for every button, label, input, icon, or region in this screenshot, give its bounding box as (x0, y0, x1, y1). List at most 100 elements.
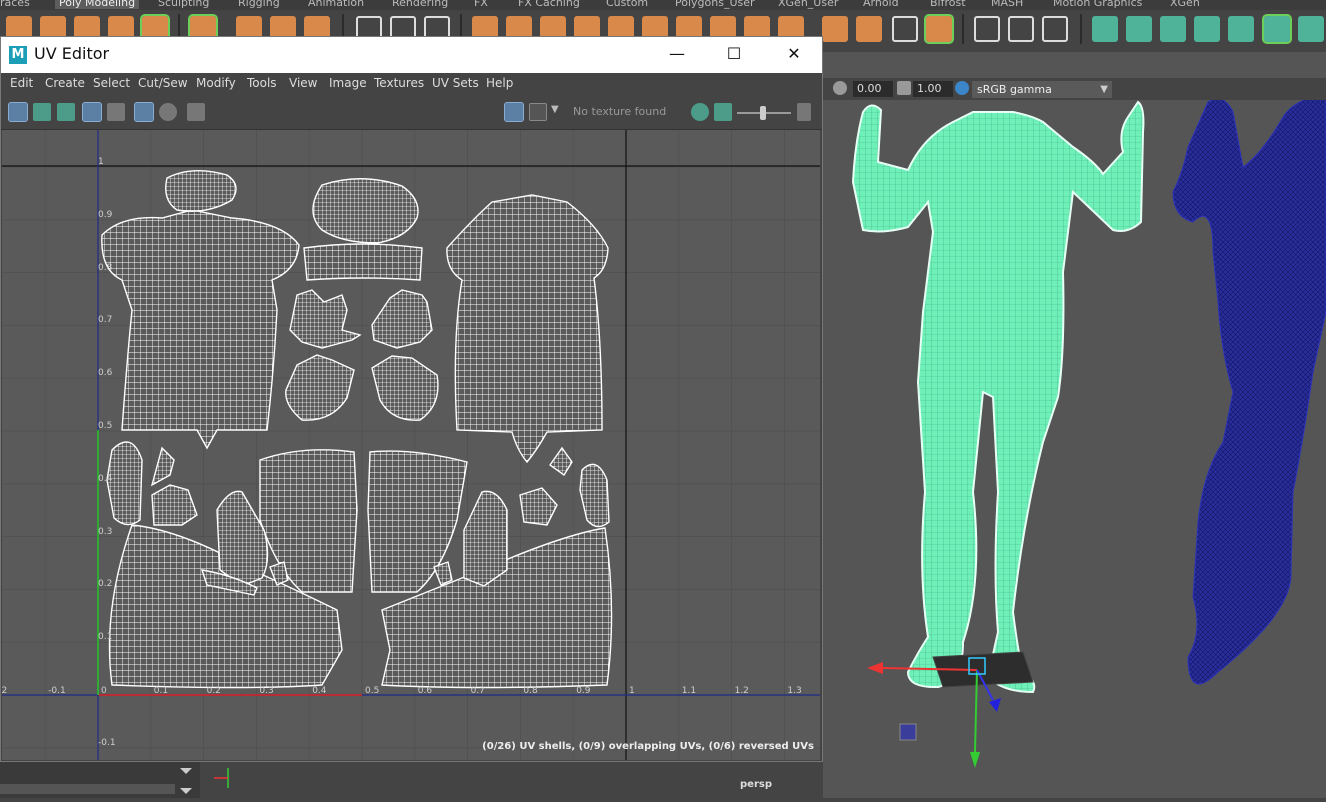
minimize-button[interactable]: — (654, 37, 700, 73)
color-management-icon[interactable] (955, 81, 969, 95)
u-tick-label: -.2 (2, 686, 8, 696)
shelf-tab-bar: races Poly Modeling Sculpting Rigging Animat… (0, 0, 1326, 10)
menu-cut-sew[interactable]: Cut/Sew (138, 76, 188, 90)
planar-uv-icon[interactable] (1092, 16, 1118, 42)
menu-image[interactable]: Image (329, 76, 367, 90)
menu-edit[interactable]: Edit (10, 76, 33, 90)
shelf-tab-rigging[interactable]: Rigging (238, 0, 280, 9)
color-space-dropdown[interactable]: sRGB gamma ▼ (972, 81, 1112, 98)
shelf-tab-xgen[interactable]: XGen (1170, 0, 1200, 9)
u-tick-label: 0 (101, 686, 107, 696)
shelf-tab-sculpting[interactable]: Sculpting (158, 0, 209, 9)
collapse-icon[interactable] (822, 16, 848, 42)
uv-canvas[interactable]: -.2 -0.1 0 0.1 0.2 0.3 0.4 0.5 0.6 0.7 0.8 0.9 1 1.1 1… (2, 130, 820, 760)
shelf-tab-motion-graphics[interactable]: Motion Graphics (1053, 0, 1142, 9)
u-tick-label: 0.6 (417, 686, 433, 696)
channel-box-strip (0, 760, 200, 798)
quad-draw-icon[interactable] (1042, 16, 1068, 42)
menu-textures[interactable]: Textures (374, 76, 424, 90)
gamma-icon[interactable] (897, 81, 911, 95)
shelf-separator (962, 14, 964, 44)
selected-character-mesh[interactable] (851, 100, 1145, 694)
cylindrical-uv-icon[interactable] (1126, 16, 1152, 42)
menu-tools[interactable]: Tools (247, 76, 277, 90)
shelf-separator (1080, 14, 1082, 44)
shelf-tab-bifrost[interactable]: Bifrost (930, 0, 966, 9)
shelf-tab-fx[interactable]: FX (474, 0, 488, 9)
shelf-tab-xgen-user[interactable]: XGen_User (778, 0, 838, 9)
uv-shaded-icon[interactable] (159, 103, 177, 121)
uv-grid-icon[interactable] (82, 102, 102, 122)
maximize-button[interactable]: ☐ (711, 37, 757, 73)
texture-refresh-icon[interactable] (691, 103, 709, 121)
connect-icon[interactable] (1008, 16, 1034, 42)
shelf-tab-animation[interactable]: Animation (308, 0, 364, 9)
wireframe-character-mesh[interactable] (1172, 96, 1326, 685)
uv-toolbar: ▼ No texture found (1, 95, 822, 130)
multi-cut-icon[interactable] (924, 14, 954, 44)
move-manipulator[interactable] (867, 651, 1034, 768)
v-tick-label: 0.4 (98, 473, 113, 484)
toolbar-overflow-icon[interactable] (797, 103, 811, 121)
u-tick-label: 0.2 (206, 686, 221, 696)
shelf-tab-poly-modeling[interactable]: Poly Modeling (55, 0, 140, 9)
menu-view[interactable]: View (289, 76, 317, 90)
uv-shell-face (312, 178, 419, 244)
uv-shell-hip-right (433, 561, 453, 586)
slide-edge-icon[interactable] (892, 16, 918, 42)
viewport-scene (851, 96, 1326, 768)
automatic-uv-icon[interactable] (1194, 16, 1220, 42)
v-tick-label: 0.3 (98, 526, 113, 537)
exposure-field[interactable]: 0.00 (853, 81, 893, 97)
target-weld-icon[interactable] (974, 16, 1000, 42)
layout-uv-icon[interactable] (1298, 16, 1324, 42)
uv-shell-neck (303, 243, 423, 281)
uv-snap-icon[interactable] (107, 103, 125, 121)
checker-icon[interactable] (529, 103, 547, 121)
shelf-tab-rendering[interactable]: Rendering (392, 0, 448, 9)
uv-move-icon[interactable] (33, 103, 51, 121)
uv-distortion-icon[interactable] (134, 102, 154, 122)
u-tick-label: 0.7 (470, 686, 485, 696)
menu-select[interactable]: Select (93, 76, 130, 90)
title-bar[interactable]: M UV Editor — ☐ ✕ (1, 37, 822, 73)
u-tick-label: -0.1 (48, 686, 66, 696)
close-button[interactable]: ✕ (771, 37, 817, 73)
shelf-tab-arnold[interactable]: Arnold (863, 0, 899, 9)
texture-field[interactable]: No texture found (569, 103, 691, 121)
v-tick-label: 0.2 (98, 579, 113, 590)
texture-image-icon[interactable] (714, 103, 732, 121)
brightness-slider-handle[interactable] (760, 106, 766, 120)
menu-help[interactable]: Help (486, 76, 513, 90)
menu-modify[interactable]: Modify (196, 76, 236, 90)
uv-shell-select-icon[interactable] (8, 102, 28, 122)
uv-space (2, 130, 820, 760)
menu-create[interactable]: Create (45, 76, 85, 90)
exposure-icon[interactable] (833, 81, 847, 95)
shelf-tab-races[interactable]: races (0, 0, 30, 9)
u-tick-label: 0.3 (259, 686, 274, 696)
uv-shell-palm-left (285, 354, 355, 421)
uv-editor-icon[interactable] (1262, 14, 1292, 44)
menu-uv-sets[interactable]: UV Sets (432, 76, 479, 90)
shelf-tab-polygons-user[interactable]: Polygons_User (675, 0, 755, 9)
shelf-tab-fx-caching[interactable]: FX Caching (518, 0, 580, 9)
scroll-area[interactable] (0, 760, 200, 798)
poke-icon[interactable] (856, 16, 882, 42)
unfold-uv-icon[interactable] (1228, 16, 1254, 42)
chevron-down-icon[interactable]: ▼ (551, 104, 569, 122)
spherical-uv-icon[interactable] (1160, 16, 1186, 42)
uv-rotate-icon[interactable] (57, 103, 75, 121)
view-cube-marker (899, 723, 917, 741)
uv-shells[interactable] (101, 170, 613, 689)
camera-icon[interactable] (187, 103, 205, 121)
shelf-tab-custom[interactable]: Custom (606, 0, 648, 9)
image-display-icon[interactable] (504, 102, 524, 122)
uv-shell-ear-right (519, 487, 558, 526)
gamma-field[interactable]: 1.00 (913, 81, 953, 97)
u-tick-label: 1.3 (787, 686, 802, 696)
v-tick-label: 0.5 (98, 421, 113, 431)
perspective-viewport[interactable] (823, 52, 1326, 798)
shelf-tab-mash[interactable]: MASH (991, 0, 1023, 9)
uv-shell-sole-right (549, 446, 573, 477)
